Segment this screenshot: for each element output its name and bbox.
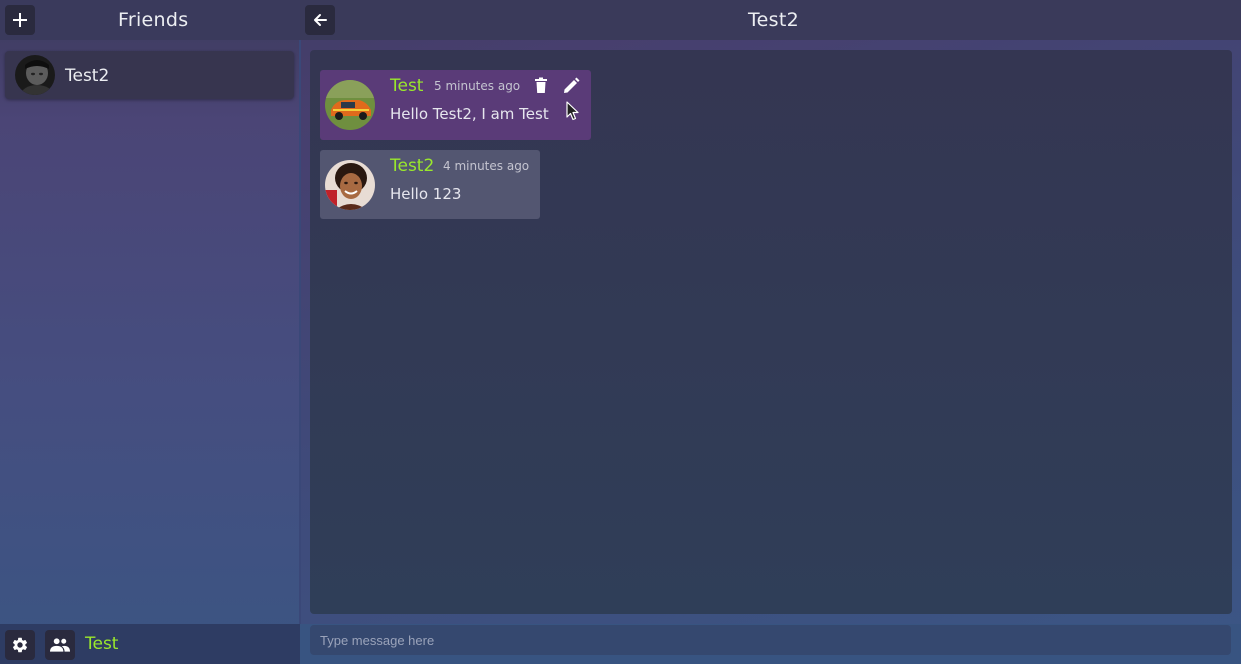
mouse-cursor-icon xyxy=(566,101,579,121)
chat-header: Test2 xyxy=(300,0,1241,40)
arrow-left-icon xyxy=(314,14,327,26)
message-avatar xyxy=(325,80,375,130)
settings-button[interactable] xyxy=(5,630,35,660)
message-item: Test2 4 minutes ago Hello 123 xyxy=(320,150,540,219)
plus-icon xyxy=(13,13,27,27)
trash-icon[interactable] xyxy=(532,77,550,95)
chat-messages-panel: Test 5 minutes ago Hello Test2, I am Tes… xyxy=(310,50,1232,614)
friends-sidebar xyxy=(0,0,299,664)
gear-icon xyxy=(12,637,28,653)
add-friend-button[interactable] xyxy=(5,5,35,35)
sidebar-title: Friends xyxy=(118,9,189,31)
chat-title: Test2 xyxy=(748,9,800,31)
sidebar-divider xyxy=(299,40,301,624)
message-input[interactable] xyxy=(310,625,1231,655)
friends-button[interactable] xyxy=(45,630,75,660)
current-user-name: Test xyxy=(85,634,119,654)
message-text: Hello Test2, I am Test xyxy=(390,105,549,123)
friend-name: Test2 xyxy=(65,66,110,86)
message-avatar xyxy=(325,160,375,210)
message-timestamp: 4 minutes ago xyxy=(443,159,530,173)
people-icon xyxy=(50,638,70,652)
message-timestamp: 5 minutes ago xyxy=(434,79,521,93)
back-button[interactable] xyxy=(305,5,335,35)
sidebar-footer: Test xyxy=(0,624,300,664)
sidebar-header: Friends xyxy=(0,0,300,40)
friend-list-item[interactable]: Test2 xyxy=(5,51,294,99)
message-author: Test2 xyxy=(390,156,435,176)
message-author: Test xyxy=(390,76,424,96)
message-text: Hello 123 xyxy=(390,185,462,203)
pencil-icon[interactable] xyxy=(562,77,580,95)
message-item: Test 5 minutes ago Hello Test2, I am Tes… xyxy=(320,70,591,140)
friend-avatar xyxy=(15,55,55,95)
